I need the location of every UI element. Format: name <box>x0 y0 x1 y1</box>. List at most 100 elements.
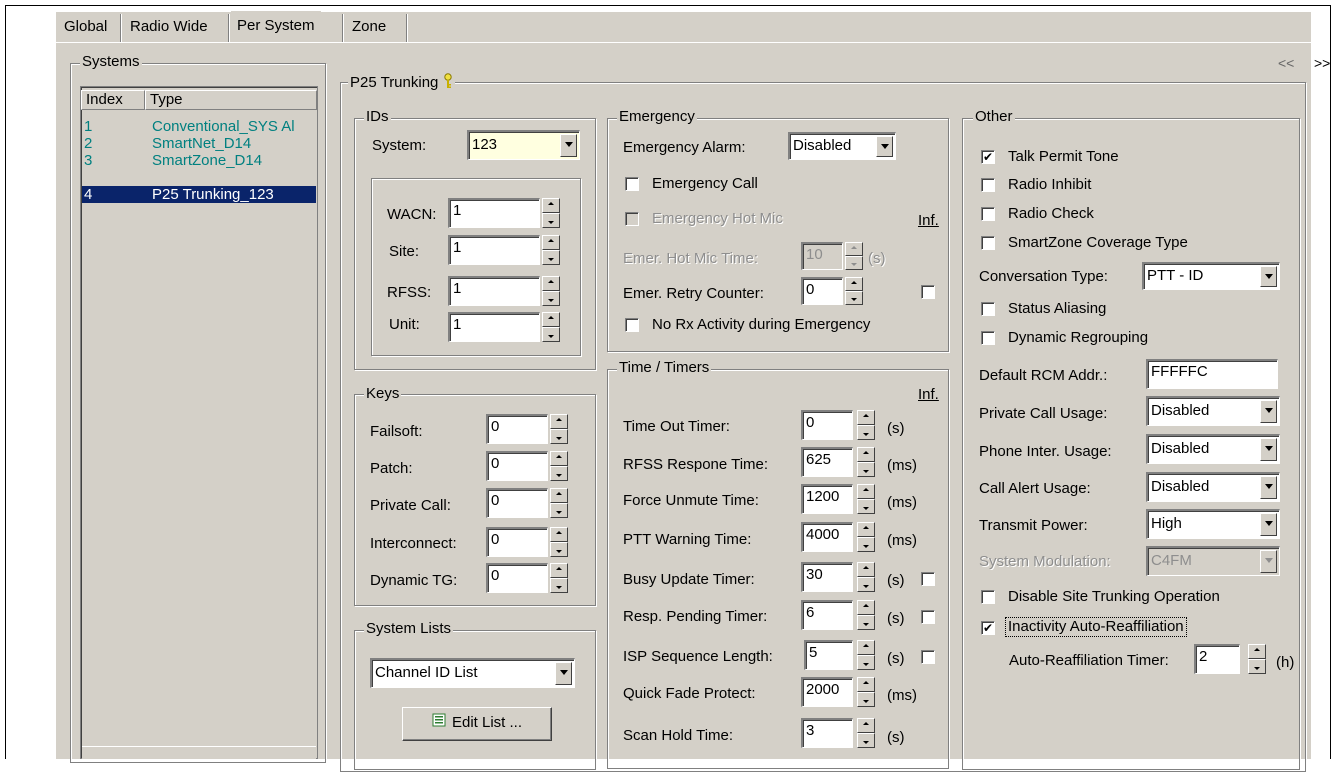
private-call-key-spinner[interactable] <box>550 488 568 518</box>
time-out-timer-input[interactable]: 0 <box>801 410 853 440</box>
no-rx-activity-checkbox[interactable] <box>625 318 639 332</box>
chevron-down-icon[interactable] <box>1260 476 1277 499</box>
chevron-down-icon[interactable] <box>1260 400 1277 423</box>
conversation-type-dropdown[interactable]: PTT - ID <box>1142 262 1280 290</box>
transmit-power-dropdown[interactable]: High <box>1146 509 1280 539</box>
inactivity-reaffiliation-checkbox[interactable]: ✔ <box>981 621 995 635</box>
failsoft-input[interactable]: 0 <box>486 414 548 444</box>
unit-input[interactable]: 1 <box>448 312 540 342</box>
list-item[interactable]: 3 SmartZone_D14 <box>82 152 316 169</box>
chevron-down-icon[interactable] <box>555 662 572 685</box>
dynamic-tg-input[interactable]: 0 <box>486 563 548 593</box>
chevron-down-icon[interactable] <box>560 134 577 157</box>
call-alert-usage-dropdown[interactable]: Disabled <box>1146 472 1280 502</box>
retry-counter-spinner[interactable] <box>845 277 863 305</box>
time-out-timer-spinner[interactable] <box>857 410 875 440</box>
horizontal-scrollbar[interactable] <box>82 746 316 759</box>
wacn-label: WACN: <box>387 206 437 223</box>
emergency-alarm-dropdown[interactable]: Disabled <box>788 132 896 160</box>
resp-pending-timer-spinner[interactable] <box>857 600 875 630</box>
busy-update-timer-input[interactable]: 30 <box>801 562 853 592</box>
radio-check-checkbox[interactable] <box>981 207 995 221</box>
ptt-warning-time-input[interactable]: 4000 <box>801 522 853 552</box>
tab-radio-wide[interactable]: Radio Wide <box>124 14 214 42</box>
private-call-usage-dropdown[interactable]: Disabled <box>1146 396 1280 426</box>
scan-hold-time-input[interactable]: 3 <box>801 718 853 748</box>
resp-pending-timer-checkbox[interactable] <box>921 610 935 624</box>
emergency-call-checkbox[interactable] <box>625 177 639 191</box>
interconnect-input[interactable]: 0 <box>486 527 548 557</box>
list-item-selected[interactable]: 4 P25 Trunking_123 <box>82 186 316 203</box>
timers-info-link[interactable]: Inf. <box>918 386 939 404</box>
default-rcm-addr-input[interactable]: FFFFFC <box>1146 359 1278 389</box>
radio-inhibit-checkbox[interactable] <box>981 178 995 192</box>
dynamic-regrouping-checkbox[interactable] <box>981 331 995 345</box>
row-index: 3 <box>84 152 93 169</box>
retry-counter-checkbox[interactable] <box>921 285 935 299</box>
wacn-spinner[interactable] <box>542 198 560 228</box>
system-id-dropdown[interactable]: 123 <box>467 130 580 160</box>
talk-permit-tone-checkbox[interactable]: ✔ <box>981 150 995 164</box>
hot-mic-time-spinner[interactable] <box>845 242 863 270</box>
rfss-response-time-input[interactable]: 625 <box>801 447 853 477</box>
ptt-warning-time-spinner[interactable] <box>857 522 875 552</box>
site-input[interactable]: 1 <box>448 235 540 265</box>
default-rcm-addr-label: Default RCM Addr.: <box>979 367 1108 384</box>
row-type: SmartNet_D14 <box>152 135 252 152</box>
interconnect-spinner[interactable] <box>550 527 568 557</box>
busy-update-timer-checkbox[interactable] <box>921 572 935 586</box>
emergency-hot-mic-checkbox[interactable] <box>625 212 639 226</box>
phone-inter-usage-dropdown[interactable]: Disabled <box>1146 434 1280 464</box>
busy-update-timer-spinner[interactable] <box>857 562 875 592</box>
unit-spinner[interactable] <box>542 312 560 342</box>
column-header-type[interactable]: Type <box>145 90 317 110</box>
tab-per-system[interactable]: Per System <box>231 10 321 42</box>
dynamic-tg-spinner[interactable] <box>550 563 568 593</box>
smartzone-coverage-checkbox[interactable] <box>981 236 995 250</box>
chevron-down-icon[interactable] <box>1260 438 1277 461</box>
retry-counter-input[interactable]: 0 <box>801 277 843 305</box>
disable-site-trunking-checkbox[interactable] <box>981 590 995 604</box>
scan-hold-time-spinner[interactable] <box>857 718 875 748</box>
quick-fade-protect-input[interactable]: 2000 <box>801 677 853 707</box>
edit-list-button[interactable]: Edit List ... <box>402 707 552 741</box>
reaffiliation-timer-input[interactable]: 2 <box>1194 644 1240 674</box>
rfss-response-time-spinner[interactable] <box>857 447 875 477</box>
busy-update-timer-unit: (s) <box>887 572 905 589</box>
list-item[interactable]: 2 SmartNet_D14 <box>82 135 316 152</box>
resp-pending-timer-input[interactable]: 6 <box>801 600 853 630</box>
emergency-info-link[interactable]: Inf. <box>918 212 939 230</box>
next-page-button[interactable]: >> <box>1314 54 1330 72</box>
status-aliasing-checkbox[interactable] <box>981 302 995 316</box>
chevron-down-icon[interactable] <box>1260 550 1277 573</box>
tab-global[interactable]: Global <box>58 14 113 42</box>
wacn-input[interactable]: 1 <box>448 198 540 228</box>
reaffiliation-timer-spinner[interactable] <box>1248 644 1266 674</box>
emergency-title: Emergency <box>617 108 697 125</box>
tab-zone[interactable]: Zone <box>346 14 392 42</box>
system-lists-dropdown[interactable]: Channel ID List <box>370 658 575 688</box>
site-spinner[interactable] <box>542 235 560 265</box>
force-unmute-time-spinner[interactable] <box>857 484 875 514</box>
chevron-down-icon[interactable] <box>1260 513 1277 536</box>
prev-page-button[interactable]: << <box>1278 54 1294 72</box>
failsoft-spinner[interactable] <box>550 414 568 444</box>
column-header-index[interactable]: Index <box>81 90 145 110</box>
hot-mic-time-input[interactable]: 10 <box>801 242 843 270</box>
patch-input[interactable]: 0 <box>486 451 548 481</box>
quick-fade-protect-spinner[interactable] <box>857 677 875 707</box>
isp-sequence-length-spinner[interactable] <box>857 640 875 670</box>
rfss-input[interactable]: 1 <box>448 276 540 306</box>
list-item[interactable]: 1 Conventional_SYS Al <box>82 118 316 135</box>
force-unmute-time-input[interactable]: 1200 <box>801 484 853 514</box>
rfss-spinner[interactable] <box>542 276 560 306</box>
chevron-down-icon[interactable] <box>1260 266 1277 287</box>
chevron-down-icon[interactable] <box>876 136 893 157</box>
isp-sequence-length-checkbox[interactable] <box>921 650 935 664</box>
frame-right <box>1330 5 1331 759</box>
timers-title: Time / Timers <box>617 359 712 376</box>
isp-sequence-length-input[interactable]: 5 <box>804 640 853 670</box>
patch-spinner[interactable] <box>550 451 568 481</box>
system-modulation-dropdown[interactable]: C4FM <box>1146 546 1280 576</box>
private-call-key-input[interactable]: 0 <box>486 488 548 518</box>
